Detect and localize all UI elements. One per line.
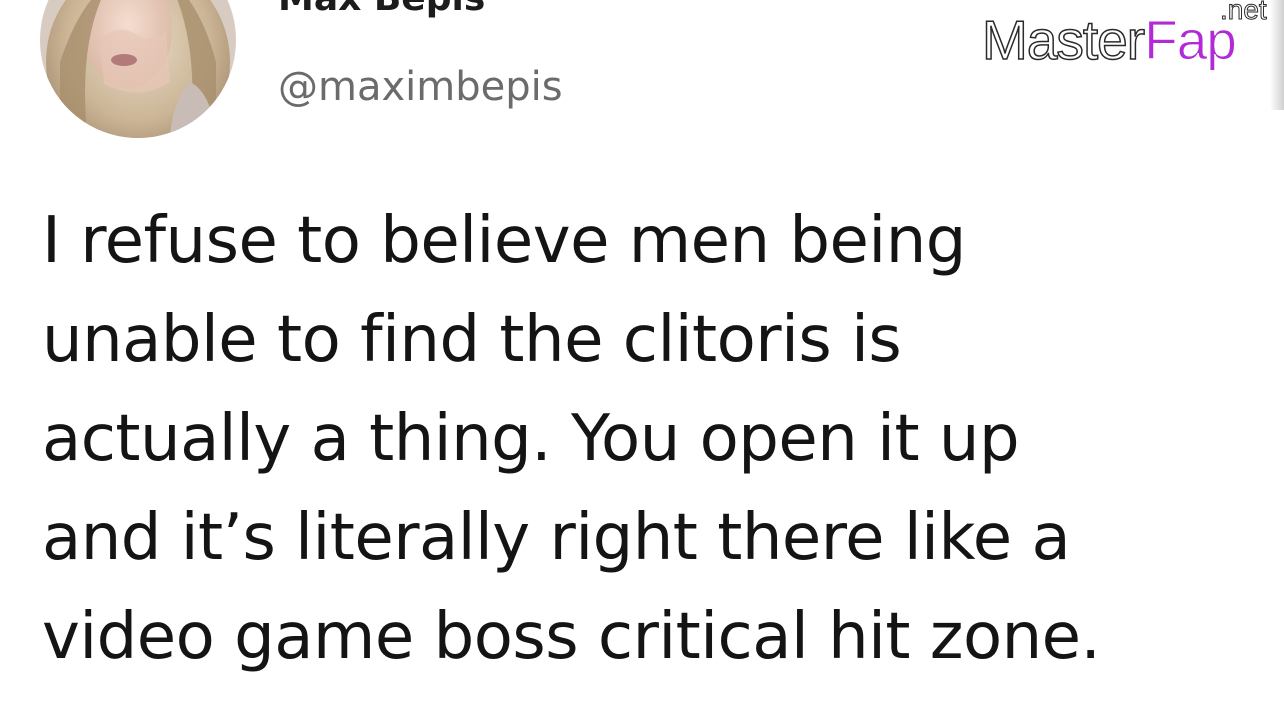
author-handle[interactable]: @maximbepis [278, 64, 563, 110]
avatar-photo [40, 0, 236, 138]
site-watermark: MasterFap .net [980, 0, 1280, 80]
watermark-logo: MasterFap [981, 8, 1237, 72]
watermark-suffix: .net [1220, 0, 1268, 26]
tweet-text-line: video game boss critical hit zone. [42, 600, 1101, 674]
tweet-text-line: I refuse to believe men being [42, 204, 966, 278]
edge-shadow [1270, 0, 1284, 110]
screenshot-canvas: Max Bepis @maximbepis I refuse to believ… [0, 0, 1284, 701]
tweet-text-line: unable to find the clitoris is [42, 303, 902, 377]
tweet-text: I refuse to believe men being unable to … [42, 192, 1242, 687]
tweet-text-line: and it’s literally right there like a [42, 501, 1071, 575]
author-avatar[interactable] [40, 0, 236, 138]
watermark-part1: Master [981, 8, 1146, 72]
tweet-text-line: actually a thing. You open it up [42, 402, 1020, 476]
author-display-name[interactable]: Max Bepis [278, 0, 485, 19]
